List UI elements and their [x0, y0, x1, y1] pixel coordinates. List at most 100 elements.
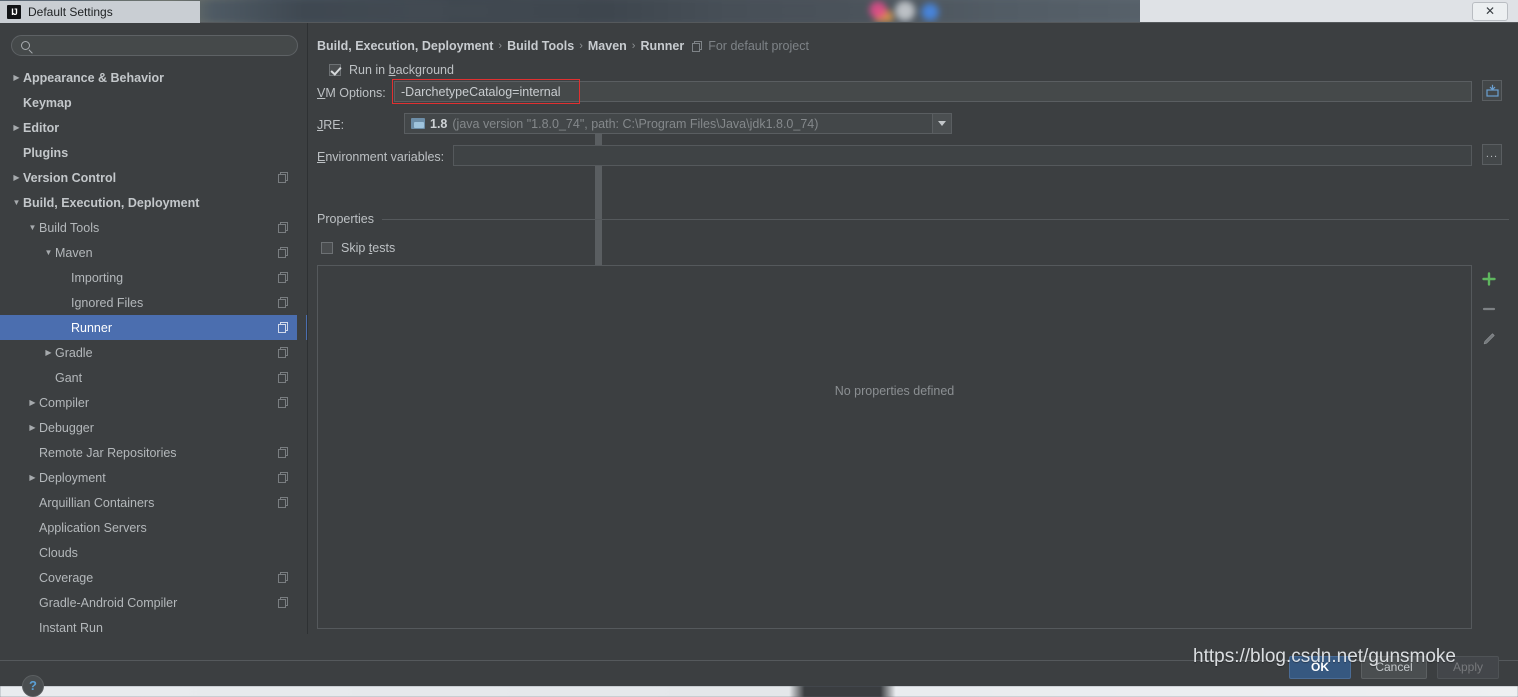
dialog-title: Default Settings	[28, 5, 113, 19]
sidebar-item-label: Build Tools	[39, 220, 100, 235]
intellij-logo-icon: IJ	[7, 5, 21, 19]
search-box[interactable]	[11, 35, 298, 56]
chevron-right-icon[interactable]: ▶	[10, 73, 23, 82]
chevron-down-icon[interactable]: ▼	[10, 198, 23, 207]
copy-settings-icon	[278, 597, 289, 608]
sidebar-item-arquillian-containers[interactable]: Arquillian Containers	[0, 490, 308, 515]
sidebar-item-label: Appearance & Behavior	[23, 70, 165, 85]
sidebar-scrollbar-track[interactable]	[297, 69, 602, 629]
sidebar-item-version-control[interactable]: ▶ Version Control	[0, 165, 308, 190]
sidebar-item-gradle-android-compiler[interactable]: Gradle-Android Compiler	[0, 590, 308, 615]
chevron-down-icon[interactable]: ▼	[26, 223, 39, 232]
sidebar-item-label: Coverage	[39, 570, 94, 585]
copy-settings-icon	[278, 497, 289, 508]
sidebar-item-gradle[interactable]: ▶ Gradle	[0, 340, 308, 365]
sidebar-item-build-tools[interactable]: ▼ Build Tools	[0, 215, 308, 240]
sidebar-item-label: Plugins	[23, 145, 69, 160]
settings-tree[interactable]: ▶ Appearance & Behavior Keymap ▶ Editor Plugi…	[0, 65, 308, 634]
copy-settings-icon	[278, 172, 289, 183]
jre-version: 1.8	[430, 116, 448, 131]
run-in-background-checkbox[interactable]	[329, 64, 341, 76]
sidebar-item-editor[interactable]: ▶ Editor	[0, 115, 308, 140]
copy-settings-icon	[278, 572, 289, 583]
copy-settings-icon	[278, 272, 289, 283]
sidebar-item-compiler[interactable]: ▶ Compiler	[0, 390, 308, 415]
jdk-folder-icon	[411, 118, 425, 129]
sidebar-item-plugins[interactable]: Plugins	[0, 140, 308, 165]
vm-options-input[interactable]: -DarchetypeCatalog=internal	[394, 81, 1472, 102]
copy-settings-icon	[278, 347, 289, 358]
chevron-right-icon[interactable]: ▶	[10, 123, 23, 132]
sidebar-item-application-servers[interactable]: Application Servers	[0, 515, 308, 540]
breadcrumb-part-3[interactable]: Runner	[640, 39, 684, 53]
sidebar-item-maven[interactable]: ▼ Maven	[0, 240, 308, 265]
sidebar-item-keymap[interactable]: Keymap	[0, 90, 308, 115]
sidebar-item-gant[interactable]: Gant	[0, 365, 308, 390]
sidebar-item-label: Arquillian Containers	[39, 495, 155, 510]
sidebar-item-build-execution-deployment[interactable]: ▼ Build, Execution, Deployment	[0, 190, 308, 215]
chevron-right-icon[interactable]: ▶	[10, 173, 23, 182]
sidebar-item-label: Clouds	[39, 545, 78, 560]
copy-settings-icon	[278, 372, 289, 383]
skip-tests-checkbox[interactable]	[321, 242, 333, 254]
sidebar-item-ignored-files[interactable]: Ignored Files	[0, 290, 308, 315]
breadcrumb: Build, Execution, Deployment › Build Too…	[317, 39, 809, 53]
add-property-button[interactable]	[1480, 270, 1498, 288]
skip-tests-label: Skip tests	[341, 241, 396, 255]
sidebar-item-debugger[interactable]: ▶ Debugger	[0, 415, 308, 440]
chevron-down-icon[interactable]	[932, 113, 952, 134]
pencil-icon[interactable]	[1480, 330, 1498, 348]
sidebar-item-label: Build, Execution, Deployment	[23, 195, 200, 210]
chevron-right-icon[interactable]: ▶	[26, 398, 39, 407]
properties-empty-text: No properties defined	[834, 384, 955, 398]
help-button[interactable]: ?	[22, 675, 44, 697]
chevron-right-icon[interactable]: ▶	[42, 348, 55, 357]
breadcrumb-part-1[interactable]: Build Tools	[507, 39, 574, 53]
skip-tests-row[interactable]: Skip tests	[321, 241, 395, 255]
properties-table[interactable]: No properties defined	[317, 265, 1472, 629]
expand-editor-icon[interactable]	[1482, 80, 1502, 101]
copy-settings-icon	[278, 222, 289, 233]
desktop-taskbar	[0, 686, 1518, 697]
jre-detail: (java version "1.8.0_74", path: C:\Progr…	[452, 116, 819, 131]
breadcrumb-separator: ›	[498, 40, 503, 52]
sidebar-item-appearance-behavior[interactable]: ▶ Appearance & Behavior	[0, 65, 308, 90]
chevron-down-icon[interactable]: ▼	[42, 248, 55, 257]
properties-group-title: Properties	[317, 212, 374, 226]
group-separator-line	[381, 218, 1509, 220]
sidebar-item-instant-run[interactable]: Instant Run	[0, 615, 308, 635]
close-icon[interactable]: ✕	[1472, 2, 1508, 21]
sidebar-item-coverage[interactable]: Coverage	[0, 565, 308, 590]
sidebar-item-remote-jar-repositories[interactable]: Remote Jar Repositories	[0, 440, 308, 465]
search-input[interactable]	[30, 37, 297, 54]
remove-property-button[interactable]	[1480, 300, 1498, 318]
sidebar-item-label: Runner	[71, 320, 112, 335]
jre-select[interactable]: 1.8 (java version "1.8.0_74", path: C:\P…	[404, 113, 944, 134]
breadcrumb-part-2[interactable]: Maven	[588, 39, 627, 53]
environment-variables-input[interactable]	[453, 145, 1472, 166]
sidebar-item-label: Maven	[55, 245, 93, 260]
breadcrumb-part-0[interactable]: Build, Execution, Deployment	[317, 39, 493, 53]
run-in-background-label: Run in background	[349, 63, 454, 77]
sidebar-item-deployment[interactable]: ▶ Deployment	[0, 465, 308, 490]
search-icon	[21, 41, 30, 50]
chevron-right-icon[interactable]: ▶	[26, 423, 39, 432]
run-in-background-row[interactable]: Run in background	[329, 63, 454, 77]
settings-content-pane: Build, Execution, Deployment › Build Too…	[308, 23, 1518, 634]
sidebar-item-label: Application Servers	[39, 520, 147, 535]
copy-settings-icon	[278, 397, 289, 408]
properties-group-header: Properties	[317, 212, 1509, 226]
sidebar-item-label: Gradle-Android Compiler	[39, 595, 178, 610]
project-scope-icon	[692, 40, 703, 52]
environment-variables-label: Environment variables:	[317, 150, 445, 164]
sidebar-item-runner[interactable]: Runner	[0, 315, 308, 340]
environment-variables-browse-button[interactable]: ...	[1482, 144, 1502, 165]
sidebar-item-label: Gant	[55, 370, 83, 385]
dialog-titlebar: IJ Default Settings	[0, 1, 200, 23]
chevron-right-icon[interactable]: ▶	[26, 473, 39, 482]
sidebar-item-clouds[interactable]: Clouds	[0, 540, 308, 565]
properties-toolbar	[1476, 265, 1502, 385]
sidebar-item-importing[interactable]: Importing	[0, 265, 308, 290]
breadcrumb-note: For default project	[708, 39, 809, 53]
settings-sidebar: ▶ Appearance & Behavior Keymap ▶ Editor Plugi…	[0, 23, 602, 634]
